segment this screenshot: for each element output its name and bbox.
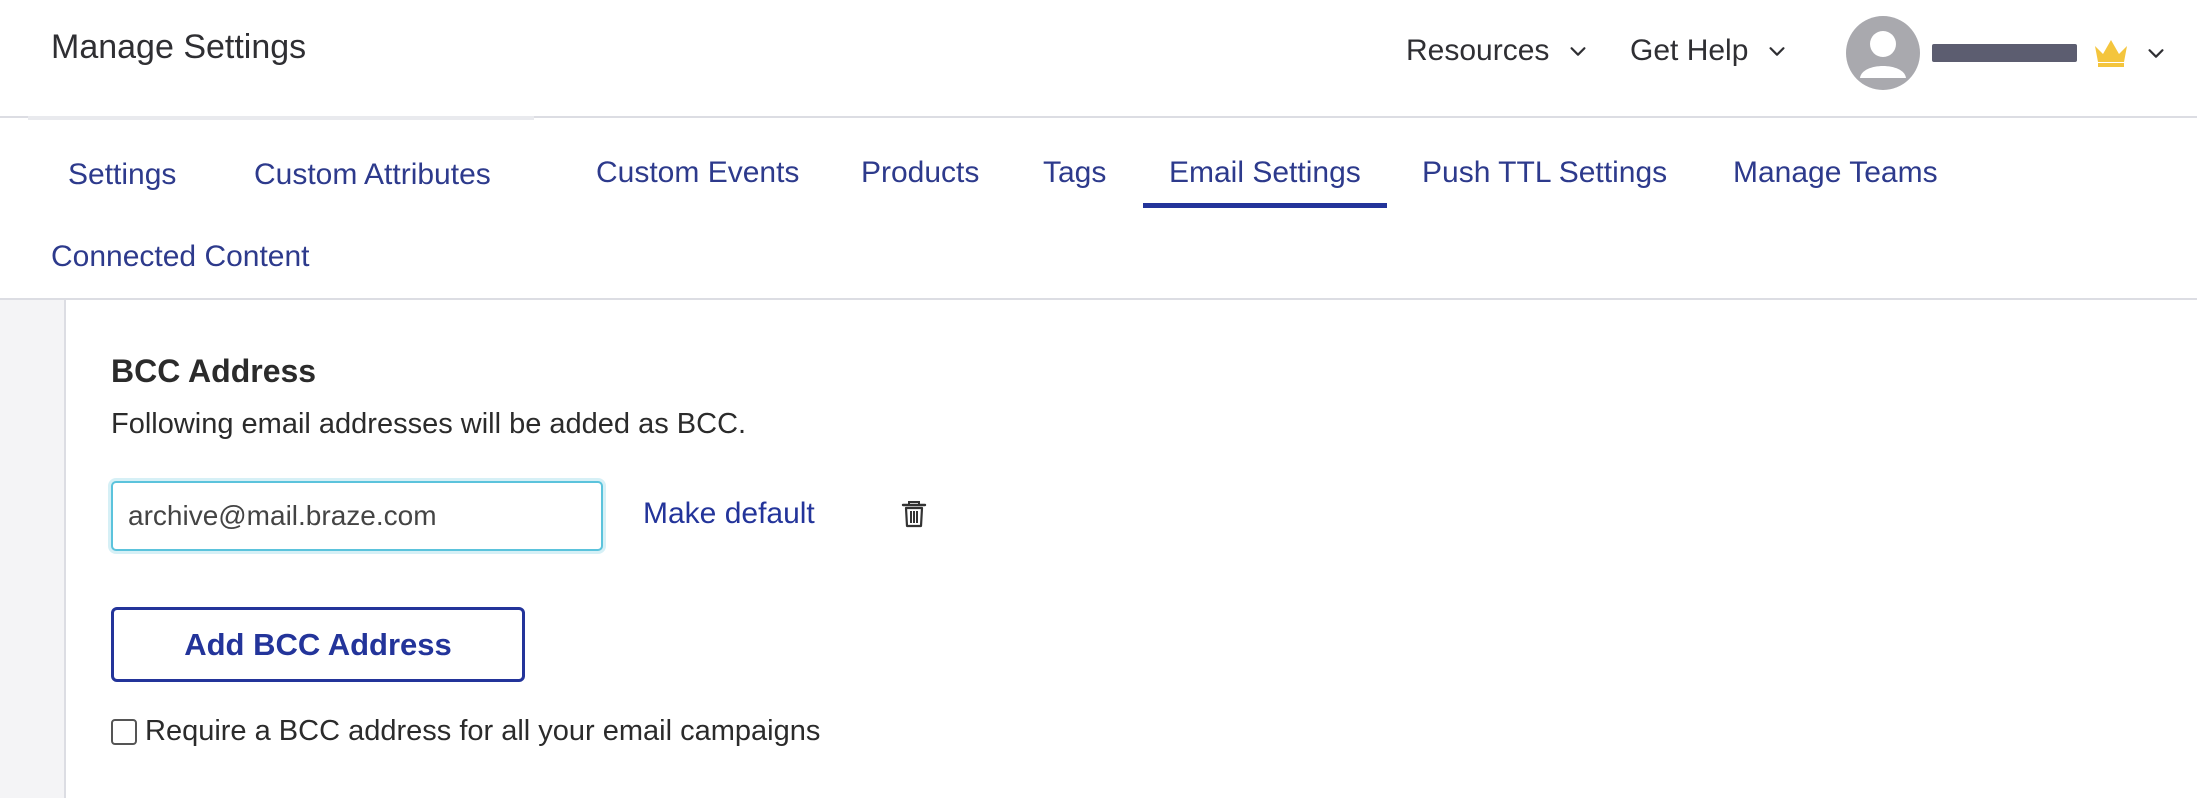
require-bcc-checkbox[interactable] [111,718,137,745]
user-menu-chevron-down-icon[interactable] [2145,42,2167,64]
tab-settings[interactable]: Settings [68,158,176,192]
require-bcc-row: Require a BCC address for all your email… [111,715,820,748]
trash-icon[interactable] [898,498,930,530]
bcc-section-description: Following email addresses will be added … [111,408,747,440]
tab-push-ttl-settings[interactable]: Push TTL Settings [1422,156,1667,190]
bcc-section-title: BCC Address [111,353,317,389]
chevron-down-icon [1769,47,1785,56]
resources-menu-label: Resources [1406,34,1550,67]
resources-menu[interactable]: Resources [1406,34,1589,68]
get-help-menu-label: Get Help [1630,34,1749,67]
username-redacted[interactable] [1932,44,2077,62]
add-bcc-address-button[interactable]: Add BCC Address [111,607,525,682]
bcc-address-input[interactable] [111,481,603,551]
top-header: Manage Settings Resources Get Help [0,0,2197,118]
tab-connected-content[interactable]: Connected Content [51,240,310,274]
tab-email-settings[interactable]: Email Settings [1143,156,1387,208]
tab-tags[interactable]: Tags [1043,156,1106,190]
require-bcc-label[interactable]: Require a BCC address for all your email… [145,715,820,748]
page-title: Manage Settings [51,28,307,66]
tab-custom-attributes[interactable]: Custom Attributes [254,158,491,192]
user-avatar-icon[interactable] [1846,16,1920,90]
tab-custom-events[interactable]: Custom Events [596,156,799,190]
settings-tabs: Settings Custom Attributes Custom Events… [0,120,2197,300]
make-default-link[interactable]: Make default [643,497,815,531]
tab-manage-teams[interactable]: Manage Teams [1733,156,1938,190]
tab-products[interactable]: Products [861,156,979,190]
get-help-menu[interactable]: Get Help [1630,34,1788,68]
chevron-down-icon [1570,47,1586,56]
left-rail [0,300,66,798]
crown-icon [2095,40,2127,67]
